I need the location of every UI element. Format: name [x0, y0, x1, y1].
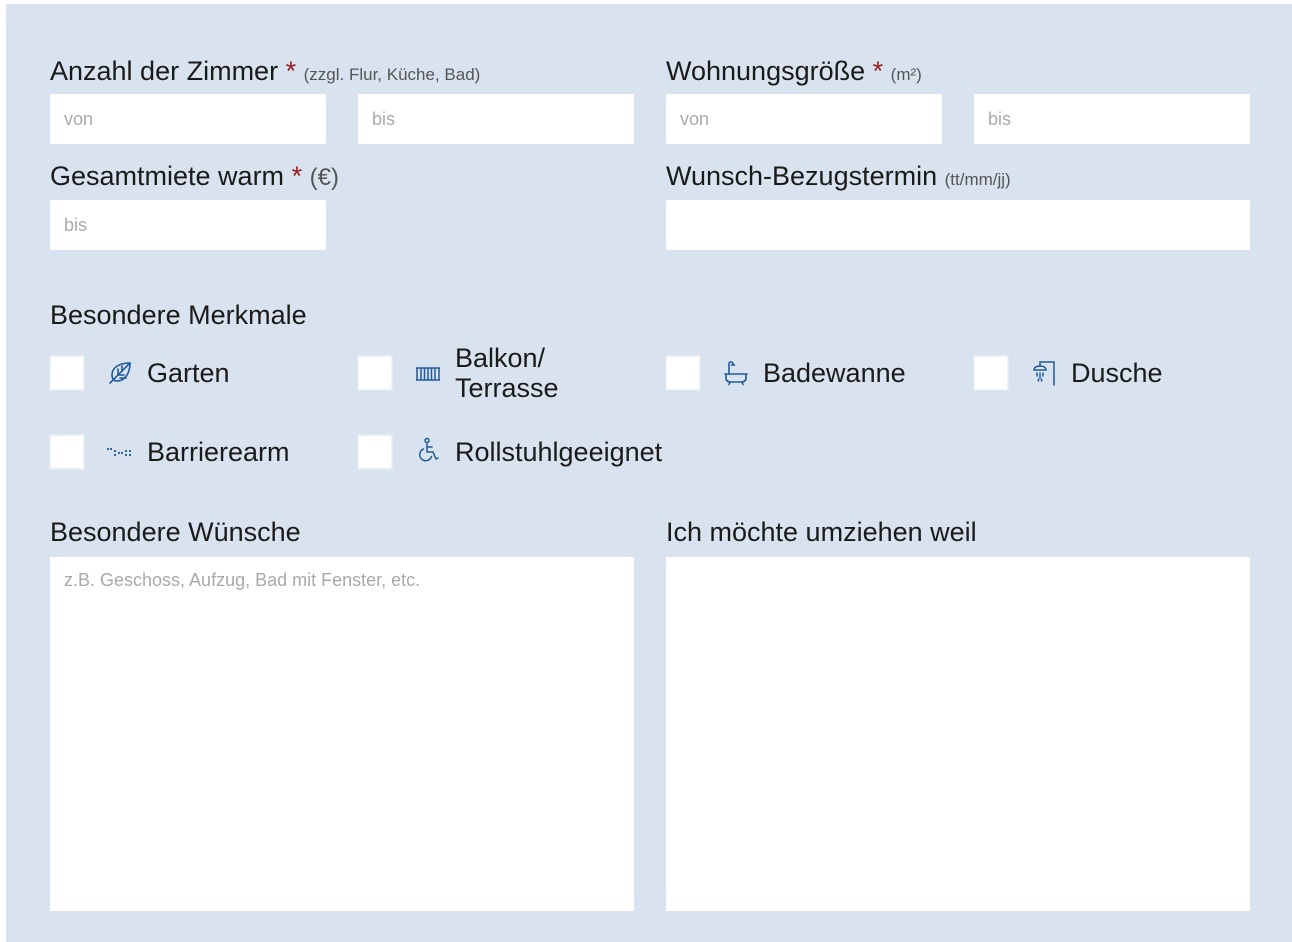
rent-required-mark: *: [291, 161, 303, 191]
shower-icon: [1030, 359, 1058, 387]
reason-textarea[interactable]: [666, 557, 1250, 911]
features-title: Besondere Merkmale: [50, 300, 307, 330]
balcony-checkbox[interactable]: [357, 355, 393, 391]
balcony-railing-icon: [414, 359, 442, 387]
rooms-to-input[interactable]: [358, 94, 634, 144]
bathtub-icon: [722, 359, 750, 387]
shower-checkbox[interactable]: [973, 355, 1009, 391]
rent-hint: (€): [309, 164, 339, 191]
move-date-input[interactable]: [666, 200, 1250, 250]
rooms-label: Anzahl der Zimmer: [50, 56, 279, 86]
leaf-icon: [106, 359, 134, 387]
size-to-input[interactable]: [974, 94, 1250, 144]
rent-to-input[interactable]: [50, 200, 326, 250]
rooms-required-mark: *: [285, 56, 297, 86]
wheelchair-checkbox[interactable]: [357, 434, 393, 470]
wishes-label: Besondere Wünsche: [50, 517, 301, 547]
garden-label: Garten: [147, 358, 230, 388]
wishes-textarea[interactable]: [50, 557, 634, 911]
barrier-free-checkbox[interactable]: [49, 434, 85, 470]
barrier-free-icon: [106, 438, 134, 466]
wheelchair-label: Rollstuhlgeeignet: [455, 437, 663, 467]
rent-label: Gesamtmiete warm: [50, 161, 285, 191]
bathtub-label: Badewanne: [763, 358, 906, 388]
rooms-hint: (zzgl. Flur, Küche, Bad): [303, 65, 481, 84]
move-date-hint: (tt/mm/jj): [944, 170, 1011, 189]
reason-label: Ich möchte umziehen weil: [666, 517, 977, 547]
move-date-label: Wunsch-Bezugstermin: [666, 161, 938, 191]
size-hint: (m²): [890, 65, 922, 84]
bathtub-checkbox[interactable]: [665, 355, 701, 391]
move-date-label-group: Wunsch-Bezugstermin (tt/mm/jj): [666, 161, 1011, 195]
rooms-label-group: Anzahl der Zimmer * (zzgl. Flur, Küche, …: [50, 56, 480, 90]
size-label-group: Wohnungsgröße * (m²): [666, 56, 922, 90]
shower-label: Dusche: [1071, 358, 1163, 388]
rent-label-group: Gesamtmiete warm * (€): [50, 161, 339, 193]
balcony-label: Balkon/ Terrasse: [455, 343, 559, 403]
barrier-free-label: Barrierearm: [147, 437, 290, 467]
balcony-label-line1: Balkon/: [455, 343, 546, 373]
rooms-from-input[interactable]: [50, 94, 326, 144]
size-label: Wohnungsgröße: [666, 56, 866, 86]
garden-checkbox[interactable]: [49, 355, 85, 391]
size-from-input[interactable]: [666, 94, 942, 144]
size-required-mark: *: [872, 56, 884, 86]
balcony-label-line2: Terrasse: [455, 373, 559, 403]
wheelchair-icon: [414, 437, 442, 465]
